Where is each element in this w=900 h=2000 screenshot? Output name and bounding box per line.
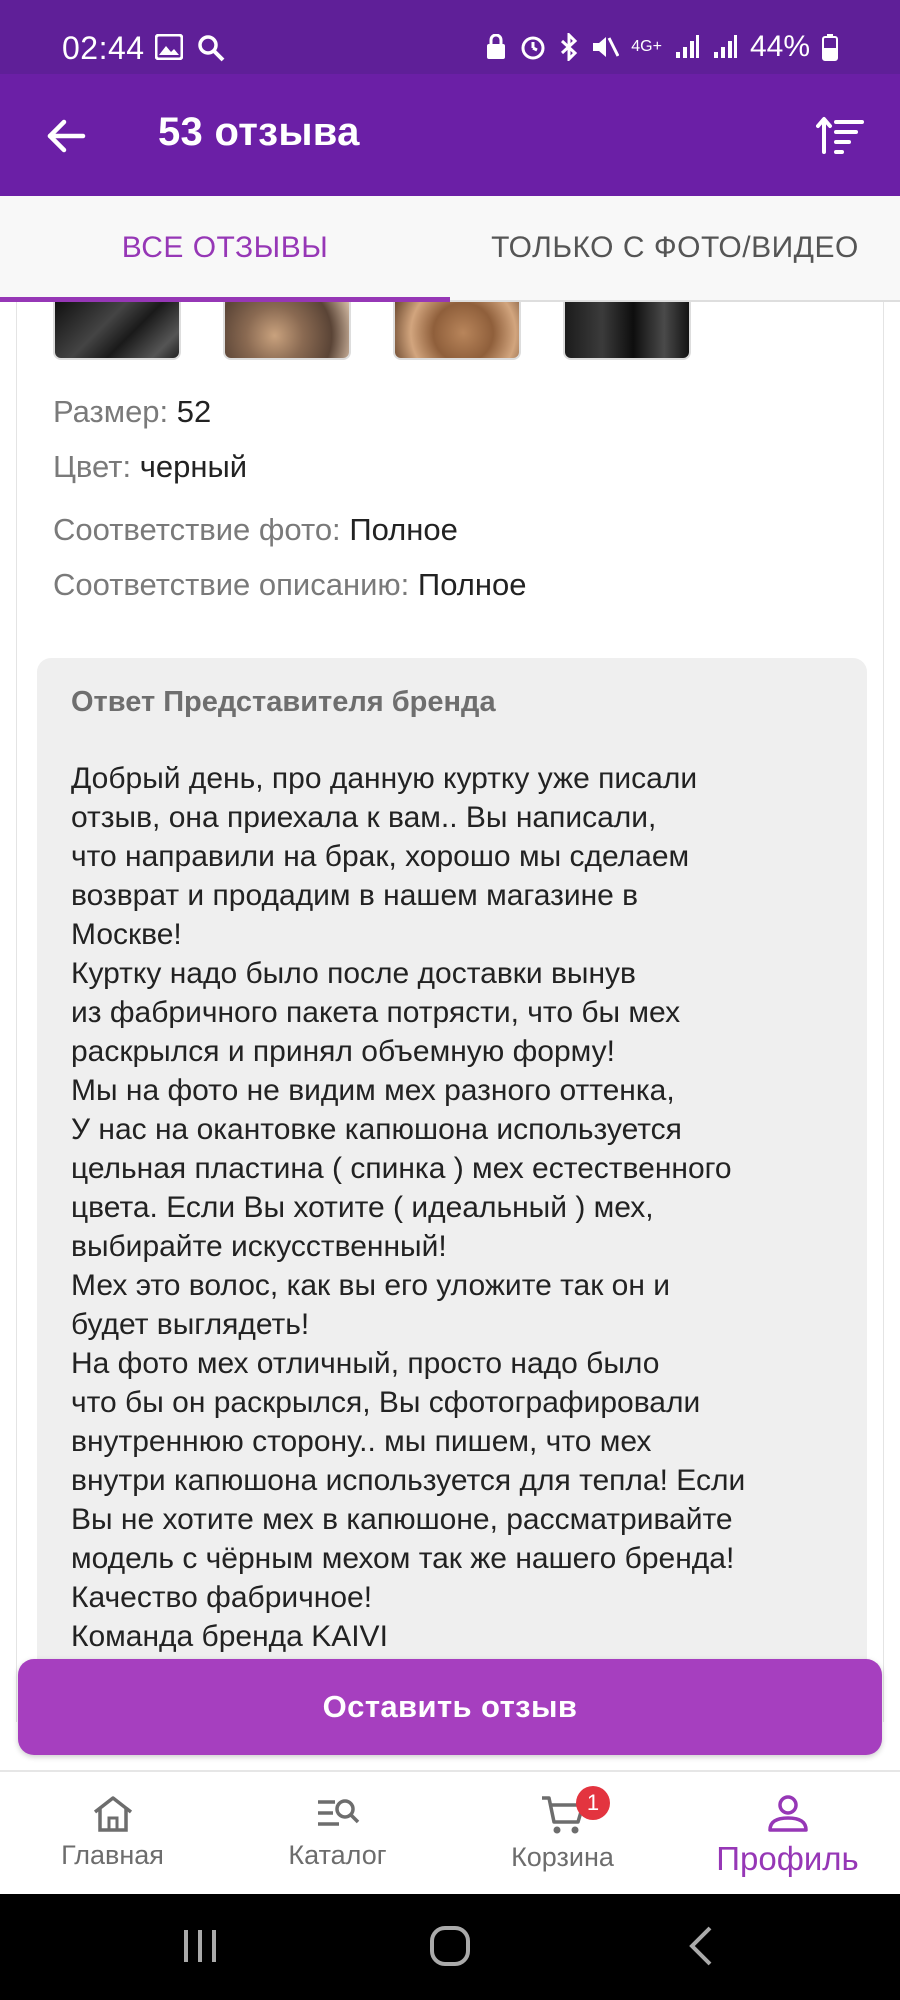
battery-level: 44% [749,30,810,63]
nav-label-profile: Профиль [716,1840,859,1877]
system-back-button[interactable] [686,1924,716,1973]
brand-reply-text: Добрый день, про данную куртку уже писал… [71,762,746,1653]
signal-icon [675,35,699,58]
description-match-label: Соответствие описанию: [53,567,410,602]
status-bar: 02:44 4G+ 44% [0,0,900,74]
home-button[interactable] [428,1924,472,1973]
review-photo[interactable] [563,302,691,360]
bluetooth-icon [561,33,578,61]
color-row: Цвет: черный [53,449,247,485]
brand-reply-title: Ответ Представителя бренда [71,686,496,718]
review-card: Размер: 52 Цвет: черный Соответствие фот… [16,302,884,1722]
photo-match-row: Соответствие фото: Полное [53,512,458,548]
mute-icon [593,37,620,57]
description-match-row: Соответствие описанию: Полное [53,567,526,603]
signal-icon-2 [713,35,737,58]
tab-photo-video[interactable]: ТОЛЬКО С ФОТО/ВИДЕО [450,196,900,300]
nav-item-cart[interactable]: 1 Корзина [450,1772,675,1894]
profile-icon [767,1795,808,1832]
review-photos [53,302,691,360]
home-circle-icon [430,1926,470,1966]
battery-icon [822,34,838,61]
gallery-icon [155,34,183,60]
color-value: черный [139,449,248,484]
recent-apps-button[interactable] [180,1924,220,1973]
cart-badge: 1 [576,1786,610,1820]
review-photo[interactable] [223,302,351,360]
home-icon [93,1796,132,1832]
color-label: Цвет: [53,449,132,484]
review-tabs: ВСЕ ОТЗЫВЫ ТОЛЬКО С ФОТО/ВИДЕО [0,196,900,302]
search-icon [198,35,225,62]
sort-button[interactable] [808,104,872,168]
brand-reply: Ответ Представителя бренда Добрый день, … [37,658,867,1722]
bottom-navigation: Главная Каталог 1 Корзина Профиль [0,1770,900,1894]
back-button[interactable] [36,106,96,166]
nav-label-cart: Корзина [511,1842,614,1872]
sort-icon [816,117,864,154]
recent-apps-icon [184,1930,216,1962]
review-photo[interactable] [53,302,181,360]
size-row: Размер: 52 [53,394,211,430]
system-navigation-bar [0,1894,900,2000]
leave-review-button[interactable]: Оставить отзыв [18,1659,882,1755]
review-photo[interactable] [393,302,521,360]
page-title: 53 отзыва [158,110,360,154]
chevron-left-icon [689,1926,712,1966]
nav-item-catalog[interactable]: Каталог [225,1772,450,1894]
status-time: 02:44 [62,30,145,66]
catalog-icon [317,1799,359,1826]
network-type: 4G+ [631,38,662,55]
size-value: 52 [176,394,212,429]
nav-item-home[interactable]: Главная [0,1772,225,1894]
tab-all-reviews[interactable]: ВСЕ ОТЗЫВЫ [0,196,450,302]
photo-match-value: Полное [349,512,458,547]
description-match-value: Полное [417,567,527,602]
lock-icon [487,34,506,59]
nav-label-home: Главная [61,1840,164,1870]
app-bar: 53 отзыва [0,74,900,196]
alarm-icon [521,36,545,60]
arrow-left-icon [47,119,86,153]
size-label: Размер: [53,394,169,429]
nav-label-catalog: Каталог [288,1840,387,1870]
nav-item-profile[interactable]: Профиль [675,1772,900,1894]
photo-match-label: Соответствие фото: [53,512,341,547]
